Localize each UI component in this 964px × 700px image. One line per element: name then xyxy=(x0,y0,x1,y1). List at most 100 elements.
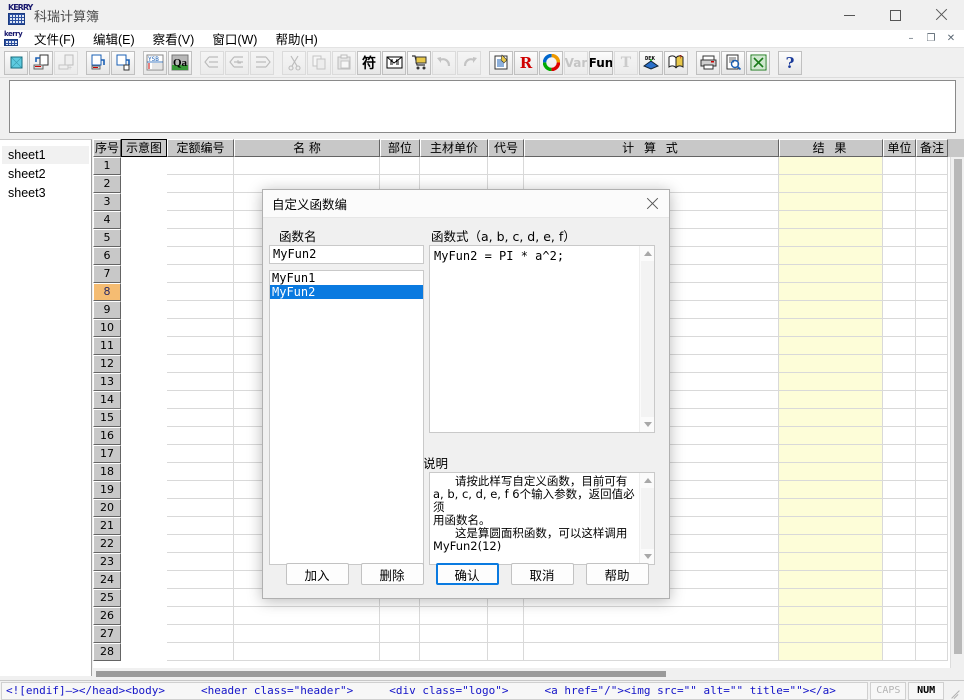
grid-cell[interactable] xyxy=(488,625,524,643)
grid-cell[interactable] xyxy=(883,283,916,301)
help-icon[interactable]: ? xyxy=(778,51,802,75)
sheet-item-sheet3[interactable]: sheet3 xyxy=(2,184,89,202)
grid-cell[interactable] xyxy=(779,535,883,553)
sheet-item-sheet1[interactable]: sheet1 xyxy=(2,146,89,164)
grid-cell[interactable] xyxy=(167,355,234,373)
row-header[interactable]: 1 xyxy=(93,157,121,175)
grid-cell[interactable] xyxy=(883,229,916,247)
row-header[interactable]: 9 xyxy=(93,301,121,319)
grid-cell[interactable] xyxy=(916,499,948,517)
col-index[interactable]: 序号 xyxy=(93,139,121,157)
grid-cell[interactable] xyxy=(380,157,420,175)
add-button[interactable]: 加入 xyxy=(286,563,349,585)
grid-cell[interactable] xyxy=(916,229,948,247)
list-item[interactable]: MyFun1 xyxy=(270,271,423,285)
grid-cell[interactable] xyxy=(121,301,167,319)
scroll-down-icon[interactable] xyxy=(640,549,655,564)
grid-cell[interactable] xyxy=(167,589,234,607)
grid-cell[interactable] xyxy=(883,607,916,625)
table-row[interactable]: 26 xyxy=(93,607,964,625)
row-header[interactable]: 2 xyxy=(93,175,121,193)
table-row[interactable]: 28 xyxy=(93,643,964,661)
grid-cell[interactable] xyxy=(916,391,948,409)
grid-cell[interactable] xyxy=(883,499,916,517)
excel-export-icon[interactable] xyxy=(746,51,770,75)
grid-cell[interactable] xyxy=(167,445,234,463)
menu-view[interactable]: 察看(V) xyxy=(144,28,204,49)
grid-cell[interactable] xyxy=(121,607,167,625)
mdi-minimize-button[interactable]: – xyxy=(901,31,921,47)
row-header[interactable]: 7 xyxy=(93,265,121,283)
grid-cell[interactable] xyxy=(916,625,948,643)
col-position[interactable]: 部位 xyxy=(380,139,420,157)
grid-cell[interactable] xyxy=(779,571,883,589)
grid-cell[interactable] xyxy=(167,157,234,175)
r-report-icon[interactable]: R xyxy=(514,51,538,75)
indent-return-icon[interactable] xyxy=(225,51,249,75)
grid-cell[interactable] xyxy=(779,553,883,571)
window-minimize-button[interactable] xyxy=(826,0,872,30)
grid-cell[interactable] xyxy=(167,499,234,517)
save-document-icon[interactable]: + xyxy=(54,51,78,75)
col-unit[interactable]: 单位 xyxy=(883,139,916,157)
row-header[interactable]: 6 xyxy=(93,247,121,265)
grid-cell[interactable] xyxy=(121,157,167,175)
grid-cell[interactable] xyxy=(121,571,167,589)
grid-cell[interactable] xyxy=(883,193,916,211)
grid-cell[interactable] xyxy=(167,517,234,535)
grid-cell[interactable] xyxy=(121,553,167,571)
row-header[interactable]: 18 xyxy=(93,463,121,481)
grid-cell[interactable] xyxy=(121,211,167,229)
grid-cell[interactable] xyxy=(916,355,948,373)
grid-cell[interactable] xyxy=(234,625,380,643)
grid-cell[interactable] xyxy=(121,427,167,445)
row-header[interactable]: 26 xyxy=(93,607,121,625)
grid-cell[interactable] xyxy=(121,355,167,373)
grid-cell[interactable] xyxy=(380,607,420,625)
grid-cell[interactable] xyxy=(883,337,916,355)
row-header[interactable]: 17 xyxy=(93,445,121,463)
grid-cell[interactable] xyxy=(916,427,948,445)
grid-cell[interactable] xyxy=(883,553,916,571)
row-header[interactable]: 19 xyxy=(93,481,121,499)
grid-cell[interactable] xyxy=(779,481,883,499)
row-header[interactable]: 21 xyxy=(93,517,121,535)
grid-cell[interactable] xyxy=(883,427,916,445)
grid-cell[interactable] xyxy=(779,193,883,211)
grid-cell[interactable] xyxy=(779,211,883,229)
grid-cell[interactable] xyxy=(167,607,234,625)
grid-cell[interactable] xyxy=(121,535,167,553)
grid-cell[interactable] xyxy=(779,157,883,175)
grid-cell[interactable] xyxy=(883,571,916,589)
grid-cell[interactable] xyxy=(167,175,234,193)
grid-cell[interactable] xyxy=(883,481,916,499)
grid-cell[interactable] xyxy=(916,445,948,463)
delete-button[interactable]: 删除 xyxy=(361,563,424,585)
window-maximize-button[interactable] xyxy=(872,0,918,30)
col-result[interactable]: 结 果 xyxy=(779,139,883,157)
grid-cell[interactable] xyxy=(779,463,883,481)
text-icon[interactable]: T xyxy=(614,51,638,75)
grid-cell[interactable] xyxy=(121,247,167,265)
row-header[interactable]: 20 xyxy=(93,499,121,517)
grid-vertical-scrollbar-thumb[interactable] xyxy=(954,159,962,654)
table-row[interactable]: 1 xyxy=(93,157,964,175)
grid-cell[interactable] xyxy=(167,481,234,499)
grid-cell[interactable] xyxy=(167,409,234,427)
ysb-table-icon[interactable]: YSB xyxy=(143,51,167,75)
grid-cell[interactable] xyxy=(779,517,883,535)
print-icon[interactable] xyxy=(696,51,720,75)
col-formula[interactable]: 计 算 式 xyxy=(524,139,779,157)
grid-cell[interactable] xyxy=(167,283,234,301)
grid-cell[interactable] xyxy=(167,229,234,247)
grid-cell[interactable] xyxy=(167,391,234,409)
grid-cell[interactable] xyxy=(524,625,779,643)
grid-cell[interactable] xyxy=(779,391,883,409)
grid-cell[interactable] xyxy=(883,589,916,607)
grid-cell[interactable] xyxy=(167,535,234,553)
grid-cell[interactable] xyxy=(488,607,524,625)
grid-cell[interactable] xyxy=(883,643,916,661)
dek-icon[interactable]: DEK xyxy=(639,51,663,75)
grid-cell[interactable] xyxy=(121,193,167,211)
grid-cell[interactable] xyxy=(916,175,948,193)
